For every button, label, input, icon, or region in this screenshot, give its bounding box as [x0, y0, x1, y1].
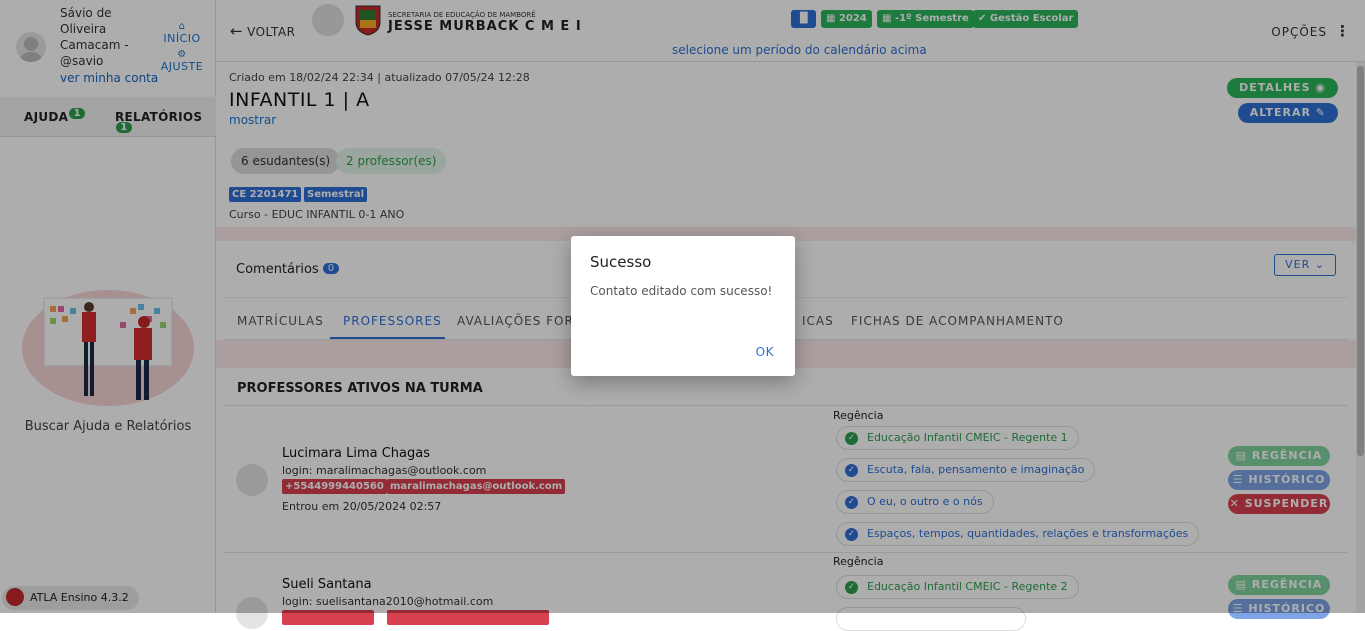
ok-button[interactable]: OK — [756, 345, 774, 359]
dialog-title: Sucesso — [590, 253, 652, 271]
dialog-message: Contato editado com sucesso! — [590, 284, 773, 298]
success-dialog: Sucesso Contato editado com sucesso! OK — [571, 236, 795, 376]
